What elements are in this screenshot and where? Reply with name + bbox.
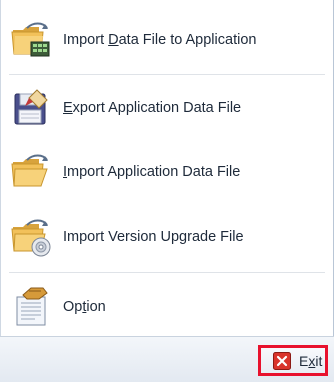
menu-separator [9, 74, 325, 75]
menu-item-label: Option [63, 299, 106, 315]
options-document-icon [9, 285, 53, 329]
menu-item-import-version-upgrade-file[interactable]: Import Version Upgrade File [9, 215, 327, 259]
folder-cd-icon [9, 215, 53, 259]
menu-separator [9, 272, 325, 273]
menu-item-option[interactable]: Option [9, 285, 327, 329]
exit-label: Exit [299, 352, 323, 369]
close-x-icon [273, 351, 291, 370]
open-folder-icon [9, 150, 53, 194]
application-menu-panel: Import Data File to Application Export A… [0, 0, 334, 336]
menu-item-label: Export Application Data File [63, 100, 242, 116]
floppy-save-icon [9, 86, 53, 130]
exit-button[interactable]: Exit [258, 345, 328, 376]
menu-item-export-application-data-file[interactable]: Export Application Data File [9, 86, 327, 130]
menu-item-import-application-data-file[interactable]: Import Application Data File [9, 150, 327, 194]
menu-item-label: Import Application Data File [63, 164, 241, 180]
folder-data-icon [9, 18, 53, 62]
menu-item-label: Import Data File to Application [63, 32, 257, 48]
menu-item-label: Import Version Upgrade File [63, 229, 244, 245]
menu-item-import-data-file-to-application[interactable]: Import Data File to Application [9, 18, 327, 62]
